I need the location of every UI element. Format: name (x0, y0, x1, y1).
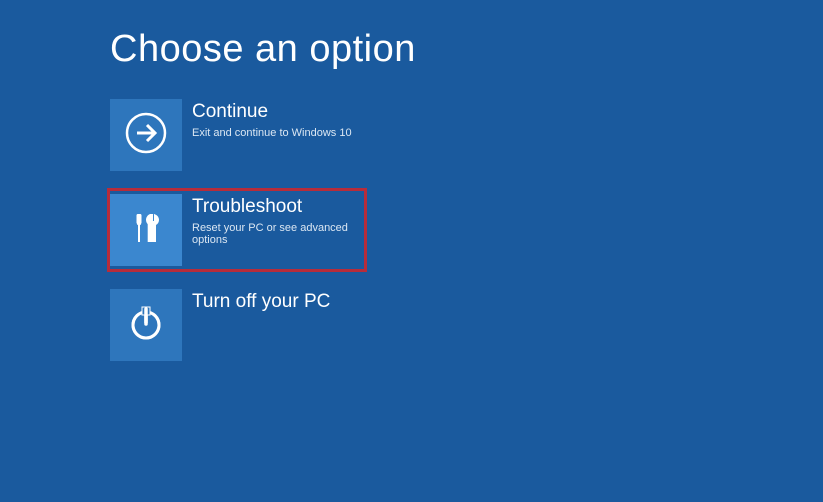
troubleshoot-desc: Reset your PC or see advanced options (192, 222, 361, 246)
troubleshoot-tile (110, 194, 182, 266)
troubleshoot-title: Troubleshoot (192, 196, 361, 219)
page-title: Choose an option (0, 0, 823, 71)
turnoff-tile (110, 289, 182, 361)
turnoff-title: Turn off your PC (192, 291, 330, 314)
turnoff-text: Turn off your PC (182, 289, 330, 317)
power-icon (126, 303, 166, 348)
continue-text: Continue Exit and continue to Windows 10 (182, 99, 352, 139)
continue-desc: Exit and continue to Windows 10 (192, 127, 352, 139)
tools-icon (126, 208, 166, 253)
troubleshoot-text: Troubleshoot Reset your PC or see advanc… (182, 194, 361, 246)
continue-option[interactable]: Continue Exit and continue to Windows 10 (110, 99, 370, 171)
turnoff-option[interactable]: Turn off your PC (110, 289, 370, 361)
continue-tile (110, 99, 182, 171)
arrow-right-icon (124, 111, 168, 160)
continue-title: Continue (192, 101, 352, 124)
options-list: Continue Exit and continue to Windows 10 (0, 99, 823, 361)
troubleshoot-option[interactable]: Troubleshoot Reset your PC or see advanc… (107, 188, 367, 272)
